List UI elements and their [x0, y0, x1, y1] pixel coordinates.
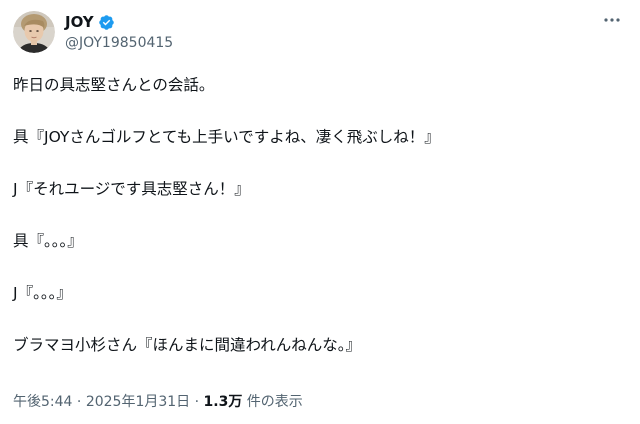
tweet-text: 昨日の具志堅さんとの会話。 具『JOYさんゴルフとても上手いですよね、凄く飛ぶし…: [13, 72, 613, 358]
more-options-icon[interactable]: [598, 10, 626, 30]
tweet-date[interactable]: 2025年1月31日: [86, 394, 190, 410]
display-name[interactable]: JOY: [65, 12, 94, 32]
tweet-meta: 午後5:44 · 2025年1月31日 · 1.3万 件の表示: [13, 392, 303, 412]
tweet-time[interactable]: 午後5:44: [13, 394, 72, 410]
tweet-line: 具『JOYさんゴルフとても上手いですよね、凄く飛ぶしね！』: [13, 128, 440, 146]
tweet-line: ブラマヨ小杉さん『ほんまに間違われんねんな。』: [13, 336, 361, 354]
meta-separator: ·: [190, 394, 204, 410]
views-count[interactable]: 1.3万: [204, 394, 243, 410]
verified-badge-icon: [98, 14, 115, 31]
author-handle[interactable]: @JOY19850415: [65, 33, 173, 53]
tweet-line: J『。。。』: [13, 284, 72, 302]
tweet-line: J『それユージです具志堅さん！』: [13, 180, 250, 198]
meta-separator: ·: [72, 394, 86, 410]
tweet-line: 昨日の具志堅さんとの会話。: [13, 76, 215, 94]
tweet-line: 具『。。。』: [13, 232, 83, 250]
avatar-image: [13, 11, 55, 53]
views-label: 件の表示: [242, 394, 303, 410]
avatar[interactable]: [13, 11, 55, 53]
tweet-card: JOY @JOY19850415 昨日の具志堅さんとの会話。 具『JOYさんゴル…: [0, 0, 640, 424]
author-row: JOY: [65, 12, 115, 32]
